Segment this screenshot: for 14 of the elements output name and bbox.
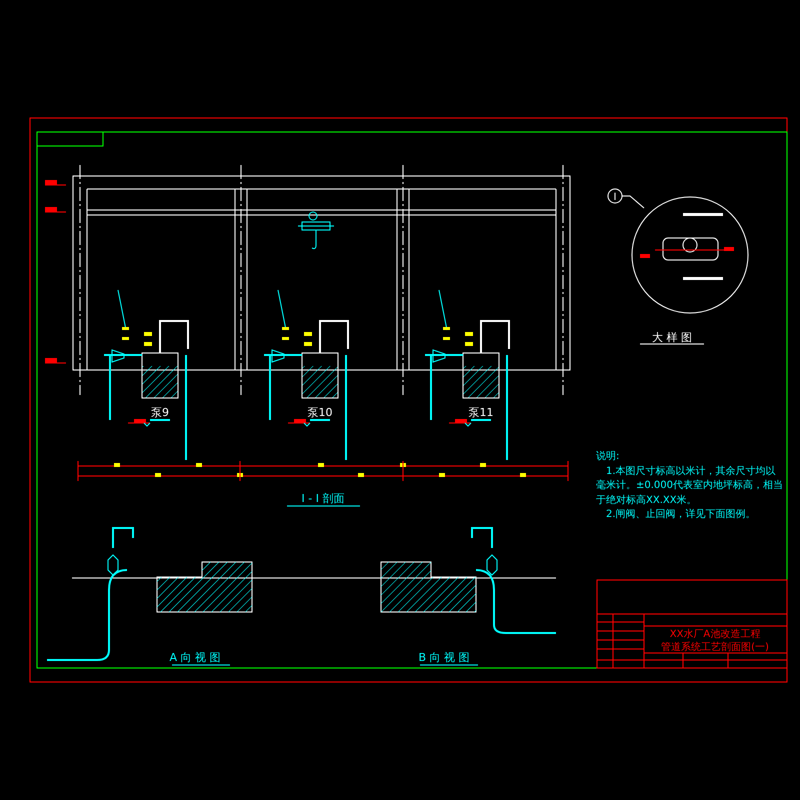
notes-heading: 说明: — [596, 450, 620, 464]
pump-label: 泵11 — [468, 406, 494, 419]
detail-marker: I — [614, 192, 616, 203]
pump-label: 泵10 — [308, 406, 332, 419]
note-text: 2.闸阀、止回阀，详见下面图例。 — [605, 508, 757, 522]
detail-marker-circle — [608, 188, 622, 204]
drawing-title: 管道系统工艺剖面图(一) — [661, 642, 769, 653]
note-text: 1.本图尺寸标高以米计，其余尺寸均以毫米计。±0.000代表室内地坪标高，相当于绝对标高XX.XX米。 — [596, 464, 784, 508]
detail-title: 大 样 图 — [652, 331, 692, 344]
pump-label: 泵9 — [151, 406, 169, 419]
section-title: I - I 剖面 — [302, 492, 344, 505]
view-label: A 向 视 图 — [170, 651, 220, 664]
project-title: XX水厂A池改造工程 — [670, 629, 760, 640]
view-label: B 向 视 图 — [418, 651, 470, 664]
